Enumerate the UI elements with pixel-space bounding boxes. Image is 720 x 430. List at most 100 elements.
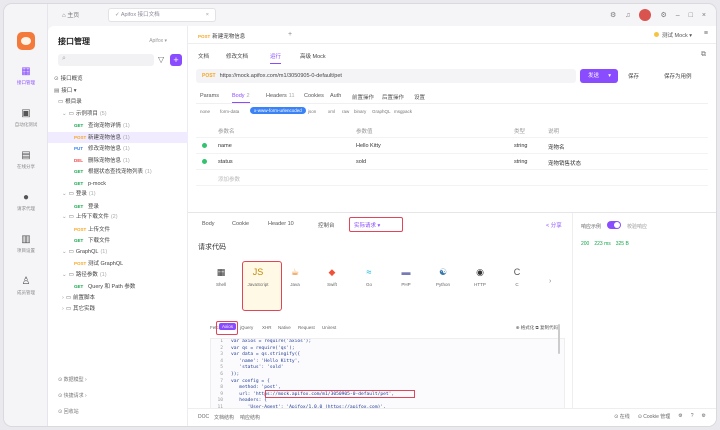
rail-item[interactable]: ▥ 项目设置 [4, 234, 48, 264]
tab-cookies[interactable]: Cookies [304, 93, 324, 102]
avatar[interactable] [639, 9, 652, 21]
close-window-icon[interactable]: × [702, 12, 706, 19]
scrollbar[interactable] [558, 324, 560, 354]
tab-params[interactable]: Params [200, 93, 219, 102]
folder-item[interactable]: ▭ 根目录 [48, 97, 188, 109]
tab-edit-doc[interactable]: 修改文档 [226, 52, 248, 63]
add-param-row[interactable]: 添加参数 [196, 170, 708, 186]
lang-option[interactable]: ≈ Go [354, 266, 384, 287]
close-icon[interactable]: × [206, 9, 209, 21]
code-lib-tab[interactable]: Unirest [322, 325, 336, 330]
api-item[interactable]: GET 查询宠物详情 (1) [48, 120, 188, 132]
sidebar-footer-item[interactable]: ⊙ 快捷请求 › [58, 392, 87, 399]
doc-tab-active[interactable]: POST 新建宠物信息 [198, 32, 245, 40]
folder-item[interactable]: › ▭ 其它实践 [48, 304, 188, 316]
filter-icon[interactable]: ▽ [158, 55, 164, 64]
settings-icon[interactable]: ⚙ [702, 413, 706, 420]
body-type-option[interactable]: json [308, 109, 316, 114]
code-actions[interactable]: ⊕ 格式化 ⧉ 复制代码 [516, 325, 558, 331]
api-item[interactable]: PUT 修改宠物信息 (1) [48, 143, 188, 155]
folder-item[interactable]: › ▭ 前置脚本 [48, 293, 188, 305]
lang-option[interactable]: ◆ Swift [317, 266, 347, 287]
settings-icon[interactable]: ⚙ [660, 11, 666, 19]
add-param-placeholder[interactable]: 添加参数 [218, 175, 240, 183]
lang-option[interactable]: ☕ Java [280, 266, 310, 287]
new-tab-button[interactable]: + [288, 31, 292, 38]
rail-item[interactable]: ▤ 在线分享 [4, 150, 48, 180]
chevron-icon[interactable]: ⌄ [62, 272, 67, 278]
share-button[interactable]: < 分享 [546, 221, 562, 229]
folder-item[interactable]: ⌄ ▭ 上传下载文件 (2) [48, 212, 188, 224]
add-button[interactable]: + [170, 54, 182, 66]
param-desc[interactable]: 宠物销售状态 [548, 159, 581, 167]
rail-item[interactable]: ♙ 成员管理 [4, 276, 48, 306]
chevron-icon[interactable]: ⌄ [62, 191, 67, 197]
api-item[interactable]: GET 根据状态查找宠物列表 (1) [48, 166, 188, 178]
api-item[interactable]: POST 上传文件 [48, 224, 188, 236]
lang-option[interactable]: JS JavaScript [243, 266, 273, 287]
param-type[interactable]: string [514, 159, 527, 165]
param-name[interactable]: name [218, 143, 232, 149]
sidebar-user[interactable]: Apifox ▾ [149, 38, 167, 44]
tab-cookie[interactable]: Cookie [232, 221, 249, 227]
sidebar-footer-item[interactable]: ⊙ 数据模型 › [58, 376, 87, 383]
tab-后置操作[interactable]: 后置操作 [382, 93, 404, 104]
body-type-option[interactable]: msgpack [394, 109, 412, 114]
status-doc-structure[interactable]: 文档结构 [214, 414, 234, 421]
chevron-right-icon[interactable]: › [549, 278, 551, 285]
body-type-option[interactable]: raw [342, 109, 349, 114]
tab-headers[interactable]: Headers 11 [266, 93, 295, 102]
body-type-option[interactable]: GraphQL [372, 109, 391, 114]
api-item[interactable]: DEL 删除宠物信息 (1) [48, 155, 188, 167]
cookie-manager[interactable]: ⊙ Cookie 管理 [638, 413, 671, 420]
minimize-icon[interactable]: – [676, 12, 680, 19]
maximize-icon[interactable]: □ [689, 12, 693, 19]
api-item[interactable]: GET p-mock [48, 178, 188, 190]
param-value[interactable]: sold [356, 159, 366, 165]
api-item[interactable]: GET 下载文件 [48, 235, 188, 247]
api-item[interactable]: POST 测试 GraphQL [48, 258, 188, 270]
body-type-option[interactable]: xml [328, 109, 335, 114]
tab-run[interactable]: 运行 [270, 52, 282, 64]
save-as-case-button[interactable]: 保存为用例 [664, 72, 692, 80]
save-button[interactable]: 保存 [628, 72, 639, 80]
tab-前置操作[interactable]: 前置操作 [352, 93, 374, 104]
url-input[interactable]: POST https://mock.apifox.com/m1/3050905-0… [196, 69, 576, 83]
environment-select[interactable]: 测试 Mock ▾ [654, 31, 692, 39]
param-desc[interactable]: 宠物名 [548, 143, 565, 151]
code-lib-tab[interactable]: XHR [262, 325, 272, 330]
tab-body[interactable]: Body 2 [232, 93, 250, 103]
menu-icon[interactable]: ≡ [704, 30, 708, 37]
folder-item[interactable]: ⌄ ▭ 路径参数 (1) [48, 270, 188, 282]
lang-option[interactable]: ▬ PHP [391, 266, 421, 287]
code-lib-tab[interactable]: jQuery [240, 325, 253, 330]
check-icon[interactable] [202, 143, 207, 148]
chevron-icon[interactable]: › [62, 306, 64, 312]
tab-advanced-mock[interactable]: 高级 Mock [300, 52, 326, 63]
folder-item[interactable]: ⌄ ▭ 登录 (1) [48, 189, 188, 201]
lang-option[interactable]: ☯ Python [428, 266, 458, 287]
rail-item[interactable]: ▦ 接口管理 [4, 66, 48, 96]
param-value[interactable]: Hello Kitty [356, 143, 381, 149]
online-status[interactable]: ⊙ 在线 [614, 413, 630, 420]
sidebar-footer-item[interactable]: ⊙ 回收站 [58, 408, 79, 415]
folder-item[interactable]: ⌄ ▭ 示例项目 (5) [48, 109, 188, 121]
folder-item[interactable]: ▤ 接口 ▾ [48, 86, 188, 98]
code-lib-tab[interactable]: Request [298, 325, 315, 330]
tab-设置[interactable]: 设置 [414, 93, 425, 104]
rail-item[interactable]: ▣ 自动化测试 [4, 108, 48, 138]
status-doc[interactable]: DOC [198, 414, 209, 420]
tab-console[interactable]: 控制台 [318, 221, 335, 229]
chevron-icon[interactable]: ⌄ [62, 249, 67, 255]
param-type[interactable]: string [514, 143, 527, 149]
validate-toggle[interactable] [607, 221, 621, 229]
body-type-option[interactable]: none [200, 109, 210, 114]
folder-item[interactable]: ⊙ 接口概览 [48, 74, 188, 86]
help-icon[interactable]: ? [691, 413, 694, 420]
lang-option[interactable]: ▦ Shell [206, 266, 236, 287]
body-type-option[interactable]: form-data [220, 109, 239, 114]
chevron-icon[interactable]: ⌄ [62, 111, 67, 117]
search-input[interactable]: ⌕ [58, 54, 154, 66]
bell-icon[interactable]: ♫ [625, 12, 630, 19]
project-tab[interactable]: ✓ Apifox 接口文档 × [108, 8, 216, 22]
